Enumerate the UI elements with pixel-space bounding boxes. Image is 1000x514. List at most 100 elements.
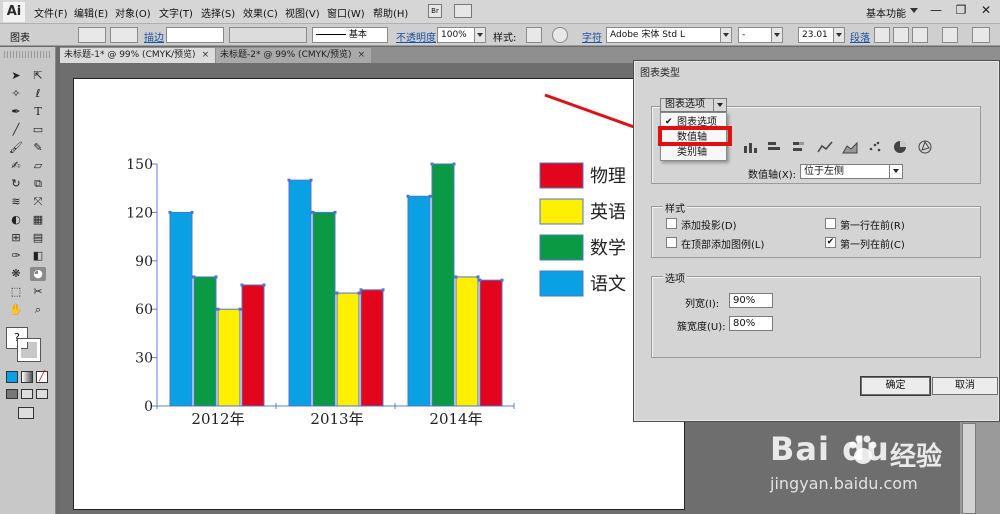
restore-button[interactable]: ❐ — [950, 2, 972, 19]
paintbrush-tool-icon[interactable]: 🖌 — [8, 141, 24, 155]
workspace-switcher[interactable]: 基本功能 — [866, 5, 906, 20]
pencil-tool-icon[interactable]: ✎ — [30, 141, 46, 155]
draw-behind-icon[interactable] — [21, 389, 33, 399]
bridge-button[interactable]: Br — [428, 4, 442, 18]
minimize-button[interactable]: — — [925, 2, 947, 19]
scale-tool-icon[interactable]: ⧉ — [30, 177, 46, 191]
bar-anchor-point — [192, 275, 196, 279]
bar-物理 — [241, 284, 265, 407]
align-right-icon[interactable] — [912, 27, 928, 43]
stacked-column-graph-icon[interactable] — [742, 140, 758, 154]
blob-brush-tool-icon[interactable]: ✍ — [8, 159, 24, 173]
type-tool-icon[interactable]: T — [30, 105, 46, 119]
bar-graph-icon[interactable] — [767, 140, 783, 154]
close-button[interactable]: ✕ — [975, 2, 997, 19]
column-width-input[interactable]: 90% — [729, 293, 773, 308]
symbol-sprayer-tool-icon[interactable]: ❋ — [8, 267, 24, 281]
scatter-graph-icon[interactable] — [867, 140, 883, 154]
stroke-color-icon[interactable] — [17, 338, 41, 362]
menu-file[interactable]: 文件(F) — [34, 5, 68, 20]
menu-item-category-axis[interactable]: 类别轴 — [661, 145, 726, 160]
close-icon[interactable]: × — [358, 50, 366, 60]
first-column-in-front-checkbox[interactable]: ✔ — [825, 237, 836, 248]
value-axis-select[interactable]: 位于左侧 — [800, 164, 903, 179]
pen-tool-icon[interactable]: ✒ — [8, 105, 24, 119]
slice-tool-icon[interactable]: ✂ — [30, 285, 46, 299]
chevron-down-icon[interactable] — [910, 8, 918, 13]
pie-graph-icon[interactable] — [892, 140, 908, 154]
align-center-icon[interactable] — [893, 27, 909, 43]
shape-builder-tool-icon[interactable]: ◐ — [8, 213, 24, 227]
eraser-tool-icon[interactable]: ▱ — [30, 159, 46, 173]
font-size-dropdown[interactable] — [833, 27, 845, 43]
draw-normal-icon[interactable] — [6, 389, 18, 399]
stroke-swatch[interactable] — [110, 27, 138, 43]
style-swatch[interactable] — [526, 27, 542, 43]
menu-effect[interactable]: 效果(C) — [243, 5, 278, 20]
eyedropper-tool-icon[interactable]: ✑ — [8, 249, 24, 263]
first-row-in-front-checkbox[interactable] — [825, 218, 836, 229]
rotate-tool-icon[interactable]: ↻ — [8, 177, 24, 191]
font-style-dropdown[interactable] — [771, 27, 783, 43]
stacked-bar-graph-icon[interactable] — [792, 140, 808, 154]
hand-tool-icon[interactable]: ✋ — [8, 303, 24, 317]
fill-swatch[interactable] — [78, 27, 106, 43]
chevron-down-icon[interactable] — [713, 98, 727, 112]
stroke-weight-field[interactable] — [166, 27, 224, 43]
panel-grip[interactable] — [4, 51, 52, 58]
cancel-button[interactable]: 取消 — [932, 377, 998, 395]
perspective-grid-tool-icon[interactable]: ▦ — [30, 213, 46, 227]
legend-on-top-checkbox[interactable] — [666, 237, 677, 248]
zoom-tool-icon[interactable]: ⌕ — [30, 303, 46, 317]
width-tool-icon[interactable]: ≋ — [8, 195, 24, 209]
tab-document-2[interactable]: 未标题-2* @ 99% (CMYK/预览) × — [216, 48, 371, 63]
draw-inside-icon[interactable] — [36, 389, 48, 399]
recolor-icon[interactable] — [552, 27, 568, 43]
area-graph-icon[interactable] — [842, 140, 858, 154]
menu-select[interactable]: 选择(S) — [201, 5, 235, 20]
menu-window[interactable]: 窗口(W) — [327, 5, 365, 20]
screen-mode-icon[interactable] — [18, 407, 34, 419]
font-family-dropdown[interactable] — [720, 27, 732, 43]
rectangle-tool-icon[interactable]: ▭ — [30, 123, 46, 137]
mesh-tool-icon[interactable]: ⊞ — [8, 231, 24, 245]
cluster-width-input[interactable]: 80% — [729, 316, 773, 331]
blend-tool-icon[interactable]: ◧ — [30, 249, 46, 263]
radar-graph-icon[interactable] — [917, 140, 933, 154]
brush-profile-field[interactable]: 基本 — [312, 27, 388, 43]
close-icon[interactable]: × — [202, 50, 210, 60]
menu-edit[interactable]: 编辑(E) — [74, 5, 108, 20]
line-graph-icon[interactable] — [817, 140, 833, 154]
opacity-dropdown[interactable] — [474, 27, 486, 43]
color-mode-icon[interactable] — [6, 371, 18, 383]
font-family-field[interactable]: Adobe 宋体 Std L — [606, 27, 732, 43]
none-mode-icon[interactable]: ╱ — [36, 371, 48, 383]
gradient-tool-icon[interactable]: ▤ — [30, 231, 46, 245]
menu-view[interactable]: 视图(V) — [285, 5, 320, 20]
variable-width-field[interactable] — [229, 27, 307, 43]
align-left-icon[interactable] — [874, 27, 890, 43]
opacity-link[interactable]: 不透明度 — [396, 29, 436, 44]
gradient-mode-icon[interactable] — [21, 371, 33, 383]
paragraph-link[interactable]: 段落 — [850, 29, 870, 44]
graph-tool-icon[interactable]: ◕ — [30, 267, 46, 281]
stroke-link[interactable]: 描边 — [144, 29, 164, 44]
menu-object[interactable]: 对象(O) — [115, 5, 151, 20]
chevron-down-icon[interactable] — [889, 164, 903, 179]
menu-help[interactable]: 帮助(H) — [373, 5, 408, 20]
character-link[interactable]: 字符 — [582, 29, 602, 44]
free-transform-tool-icon[interactable]: ⤧ — [30, 195, 46, 209]
arrange-documents-icon[interactable] — [454, 4, 472, 18]
selection-tool-icon[interactable]: ➤ — [8, 69, 24, 83]
artboard-tool-icon[interactable]: ⬚ — [8, 285, 24, 299]
panel-menu-icon[interactable] — [972, 27, 990, 43]
tab-document-1[interactable]: 未标题-1* @ 99% (CMYK/预览) × — [60, 48, 215, 63]
line-tool-icon[interactable]: ╱ — [8, 123, 24, 137]
magic-wand-tool-icon[interactable]: ✧ — [8, 87, 24, 101]
menu-type[interactable]: 文字(T) — [159, 5, 193, 20]
ok-button[interactable]: 确定 — [861, 377, 930, 395]
lasso-tool-icon[interactable]: ℓ — [30, 87, 46, 101]
drop-shadow-checkbox[interactable] — [666, 218, 677, 229]
direct-selection-tool-icon[interactable]: ⇱ — [30, 69, 46, 83]
transform-icon[interactable] — [942, 27, 958, 43]
